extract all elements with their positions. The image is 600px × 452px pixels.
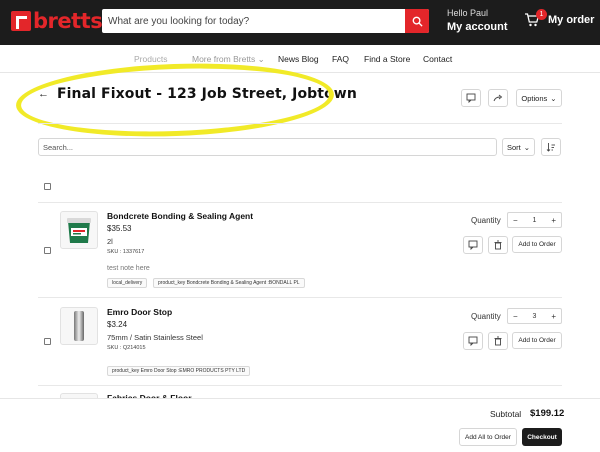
door-stop-image [74,311,84,341]
comment-button[interactable] [461,89,481,107]
add-all-to-order-button[interactable]: Add All to Order [459,428,517,446]
plus-icon[interactable]: + [551,216,556,225]
quantity-label: Quantity [471,216,501,225]
share-icon [493,94,503,102]
product-name[interactable]: Bondcrete Bonding & Sealing Agent [107,211,253,221]
my-order-label: My order [548,14,595,26]
product-tag: local_delivery [107,278,148,288]
subtotal-value: $199.12 [530,408,565,419]
sort-label: Sort [506,142,521,152]
minus-icon[interactable]: − [513,312,518,321]
cart-count-badge: 1 [536,9,547,20]
options-label: Options [521,93,548,103]
product-tag: product_key Emro Door Stop :EMRO PRODUCT… [107,366,251,376]
delete-item-button[interactable] [488,236,508,254]
add-note-button[interactable] [463,332,483,350]
item-checkbox[interactable] [44,338,51,345]
product-price: $35.53 [107,224,132,233]
nav-item-contact[interactable]: Contact [423,54,452,64]
product-sku: SKU : 1337617 [107,249,145,255]
product-note: test note here [107,265,150,272]
share-button[interactable] [488,89,508,107]
divider [38,385,562,386]
delete-item-button[interactable] [488,332,508,350]
product-sku: SKU : Q214015 [107,345,146,351]
top-header: bretts Hello Paul My account 1 My order [0,0,600,45]
trash-icon [494,240,502,250]
quantity-value[interactable]: 1 [533,217,537,224]
product-image[interactable] [60,307,98,345]
sort-order-icon [546,143,555,152]
search-button[interactable] [405,9,429,33]
select-all-checkbox[interactable] [44,183,51,190]
site-search [102,9,429,33]
search-icon [412,16,423,27]
site-search-input[interactable] [102,9,405,33]
comment-icon [468,240,478,250]
divider [38,297,562,298]
quantity-stepper[interactable]: − 1 + [507,212,562,228]
comment-icon [468,336,478,346]
subtotal-label: Subtotal [490,409,522,419]
minus-icon[interactable]: − [513,216,518,225]
nav-item-label: More from Bretts [192,54,256,64]
options-dropdown[interactable]: Options ⌄ [516,89,562,107]
product-tag: product_key Bondcrete Bonding & Sealing … [153,278,305,288]
add-to-order-button[interactable]: Add to Order [512,332,562,349]
chevron-down-icon: ⌄ [523,142,531,152]
quantity-value[interactable]: 3 [533,313,537,320]
bretts-logo[interactable]: bretts [11,9,103,33]
trash-icon [494,336,502,346]
plus-icon[interactable]: + [551,312,556,321]
product-price: $3.24 [107,320,128,329]
account-greeting: Hello Paul [447,8,489,18]
nav-item-products[interactable]: Products [134,54,168,64]
item-checkbox[interactable] [44,247,51,254]
my-order-button[interactable]: 1 My order [524,9,595,28]
main-nav: Products More from Bretts ⌄ News Blog FA… [0,45,600,73]
quantity-label: Quantity [471,312,501,321]
my-account-link[interactable]: My account [447,21,508,33]
add-to-order-button[interactable]: Add to Order [512,236,562,253]
logo-text: bretts [33,9,103,33]
nav-item-news-blog[interactable]: News Blog [278,54,319,64]
sort-dropdown[interactable]: Sort ⌄ [502,138,535,156]
add-note-button[interactable] [463,236,483,254]
comment-icon [466,93,476,103]
divider [38,123,562,124]
checkout-button[interactable]: Checkout [522,428,562,446]
list-search-input[interactable] [38,138,497,156]
quantity-stepper[interactable]: − 3 + [507,308,562,324]
product-variant: 2l [107,237,113,246]
logo-mark-icon [11,11,31,31]
nav-item-faq[interactable]: FAQ [332,54,349,64]
account-menu[interactable]: Hello Paul My account [447,8,508,33]
product-name[interactable]: Emro Door Stop [107,307,172,317]
product-variant: 75mm / Satin Stainless Steel [107,333,203,342]
divider [38,202,562,203]
nav-item-find-a-store[interactable]: Find a Store [364,54,410,64]
product-image[interactable] [60,211,98,249]
chevron-down-icon: ⌄ [550,93,557,103]
paint-tub-image [67,218,91,243]
sort-direction-button[interactable] [541,138,561,156]
chevron-down-icon: ⌄ [257,54,265,64]
